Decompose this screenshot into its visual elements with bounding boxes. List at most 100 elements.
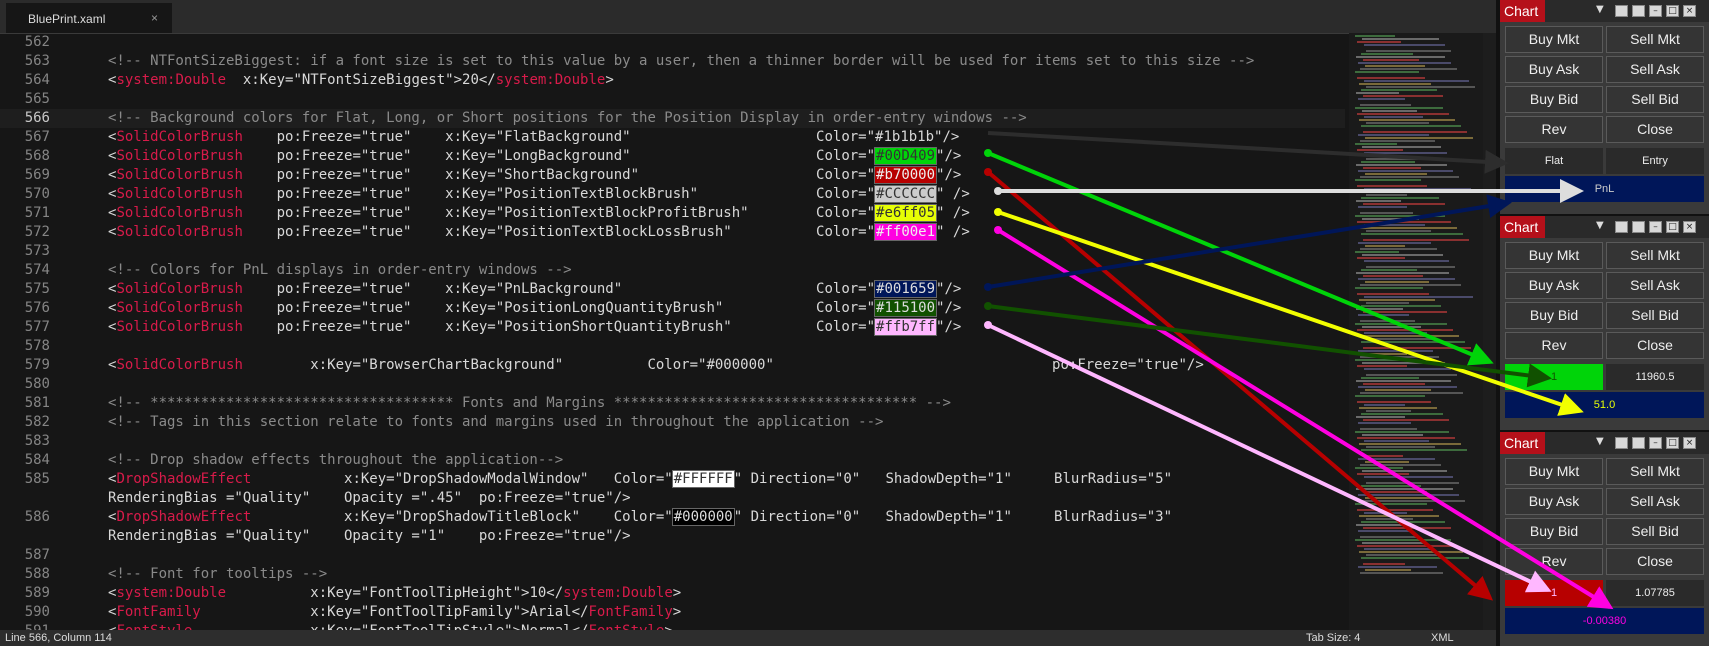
- code-line[interactable]: 575 <SolidColorBrush po:Freeze="true" x:K…: [0, 280, 1345, 299]
- minimize-icon[interactable]: –: [1649, 221, 1662, 233]
- line-number: 575: [24, 281, 50, 297]
- minimap-row: [1363, 455, 1403, 457]
- status-bar: Line 566, Column 114 Tab Size: 4 XML: [0, 630, 1496, 646]
- code-line[interactable]: 571 <SolidColorBrush po:Freeze="true" x:K…: [0, 204, 1345, 223]
- minimap-row: [1358, 98, 1405, 100]
- code-line[interactable]: 572 <SolidColorBrush po:Freeze="true" x:K…: [0, 223, 1345, 242]
- close-button[interactable]: Close: [1606, 116, 1704, 143]
- code-line[interactable]: 568 <SolidColorBrush po:Freeze="true" x:K…: [0, 147, 1345, 166]
- maximize-icon[interactable]: □: [1666, 221, 1679, 233]
- buy-ask-button[interactable]: Buy Ask: [1505, 272, 1603, 299]
- code-line[interactable]: 562: [0, 33, 1345, 52]
- panel-titlebar[interactable]: Chart ▼ – □ ×: [1500, 432, 1709, 454]
- minimap-row: [1358, 62, 1451, 64]
- tab-blueprint-xaml[interactable]: BluePrint.xaml ×: [6, 3, 172, 33]
- close-icon[interactable]: ×: [151, 11, 158, 25]
- minimap-row: [1366, 158, 1453, 160]
- code-line[interactable]: 570 <SolidColorBrush po:Freeze="true" x:K…: [0, 185, 1345, 204]
- code-line[interactable]: 590 <FontFamily x:Key="FontToolTipFamily"…: [0, 603, 1345, 622]
- minimap-row: [1360, 248, 1437, 250]
- code-line[interactable]: 578: [0, 337, 1345, 356]
- buy-mkt-button[interactable]: Buy Mkt: [1505, 242, 1603, 269]
- sell-bid-button[interactable]: Sell Bid: [1606, 518, 1704, 545]
- code-line[interactable]: 569 <SolidColorBrush po:Freeze="true" x:K…: [0, 166, 1345, 185]
- minimize-icon[interactable]: –: [1649, 5, 1662, 17]
- minimap-row: [1360, 500, 1465, 502]
- pin2-icon[interactable]: [1632, 221, 1645, 233]
- code-line[interactable]: 584 <!-- Drop shadow effects throughout t…: [0, 451, 1345, 470]
- code-line[interactable]: 580: [0, 375, 1345, 394]
- line-number: 569: [24, 167, 50, 183]
- close-button[interactable]: Close: [1606, 548, 1704, 575]
- line-number: 566: [24, 110, 50, 126]
- buy-bid-button[interactable]: Buy Bid: [1505, 86, 1603, 113]
- code-line[interactable]: RenderingBias ="Quality" Opacity ="1" po…: [0, 527, 1345, 546]
- pin2-icon[interactable]: [1632, 5, 1645, 17]
- code-line[interactable]: 581 <!-- ********************************…: [0, 394, 1345, 413]
- maximize-icon[interactable]: □: [1666, 437, 1679, 449]
- close-window-icon[interactable]: ×: [1683, 437, 1696, 449]
- code-line[interactable]: 574 <!-- Colors for PnL displays in order…: [0, 261, 1345, 280]
- code-line[interactable]: 591 <FontStyle x:Key="FontToolTipStyle">N…: [0, 622, 1345, 630]
- pin-icon[interactable]: [1615, 437, 1628, 449]
- sell-ask-button[interactable]: Sell Ask: [1606, 56, 1704, 83]
- pin2-icon[interactable]: [1632, 437, 1645, 449]
- code-line[interactable]: 586 <DropShadowEffect x:Key="DropShadowTi…: [0, 508, 1345, 527]
- minimap[interactable]: [1349, 33, 1483, 630]
- code-line[interactable]: 567 <SolidColorBrush po:Freeze="true" x:K…: [0, 128, 1345, 147]
- code-line[interactable]: RenderingBias ="Quality" Opacity =".45" …: [0, 489, 1345, 508]
- minimize-icon[interactable]: –: [1649, 437, 1662, 449]
- panel-titlebar[interactable]: Chart ▼ – □ ×: [1500, 216, 1709, 238]
- buy-bid-button[interactable]: Buy Bid: [1505, 302, 1603, 329]
- code-line[interactable]: 579 <SolidColorBrush x:Key="BrowserChartB…: [0, 356, 1345, 375]
- minimap-row: [1365, 497, 1433, 499]
- syntax-mode[interactable]: XML: [1431, 632, 1454, 644]
- maximize-icon[interactable]: □: [1666, 5, 1679, 17]
- code-line[interactable]: 563 <!-- NTFontSizeBiggest: if a font siz…: [0, 52, 1345, 71]
- code-line[interactable]: 587: [0, 546, 1345, 565]
- sell-mkt-button[interactable]: Sell Mkt: [1606, 26, 1704, 53]
- vertical-scrollbar[interactable]: [1483, 33, 1496, 630]
- code-line[interactable]: 565: [0, 90, 1345, 109]
- buy-mkt-button[interactable]: Buy Mkt: [1505, 458, 1603, 485]
- sell-mkt-button[interactable]: Sell Mkt: [1606, 458, 1704, 485]
- sell-bid-button[interactable]: Sell Bid: [1606, 86, 1704, 113]
- line-number: 563: [24, 53, 50, 69]
- minimap-row: [1355, 251, 1399, 253]
- rev-button[interactable]: Rev: [1505, 116, 1603, 143]
- tab-size[interactable]: Tab Size: 4: [1306, 632, 1360, 644]
- pin-icon[interactable]: [1615, 5, 1628, 17]
- buy-bid-button[interactable]: Buy Bid: [1505, 518, 1603, 545]
- code-line[interactable]: 588 <!-- Font for tooltips -->: [0, 565, 1345, 584]
- code-line[interactable]: 582 <!-- Tags in this section relate to f…: [0, 413, 1345, 432]
- buy-ask-button[interactable]: Buy Ask: [1505, 488, 1603, 515]
- pin-icon[interactable]: [1615, 221, 1628, 233]
- sell-bid-button[interactable]: Sell Bid: [1606, 302, 1704, 329]
- code-line[interactable]: 566 <!-- Background colors for Flat, Long…: [0, 109, 1345, 128]
- panel-titlebar[interactable]: Chart ▼ – □ ×: [1500, 0, 1709, 22]
- code-line[interactable]: 564 <system:Double x:Key="NTFontSizeBigge…: [0, 71, 1345, 90]
- line-number: 571: [24, 205, 50, 221]
- minimap-row: [1359, 515, 1439, 517]
- dropdown-icon[interactable]: ▼: [1596, 436, 1604, 447]
- minimap-row: [1366, 230, 1431, 232]
- sell-ask-button[interactable]: Sell Ask: [1606, 272, 1704, 299]
- code-area[interactable]: 562 563 <!-- NTFontSizeBiggest: if a font …: [0, 33, 1345, 630]
- code-line[interactable]: 583: [0, 432, 1345, 451]
- rev-button[interactable]: Rev: [1505, 548, 1603, 575]
- code-line[interactable]: 585 <DropShadowEffect x:Key="DropShadowMo…: [0, 470, 1345, 489]
- code-line[interactable]: 577 <SolidColorBrush po:Freeze="true" x:K…: [0, 318, 1345, 337]
- dropdown-icon[interactable]: ▼: [1596, 220, 1604, 231]
- buy-ask-button[interactable]: Buy Ask: [1505, 56, 1603, 83]
- buy-mkt-button[interactable]: Buy Mkt: [1505, 26, 1603, 53]
- close-button[interactable]: Close: [1606, 332, 1704, 359]
- close-window-icon[interactable]: ×: [1683, 5, 1696, 17]
- code-line[interactable]: 573: [0, 242, 1345, 261]
- close-window-icon[interactable]: ×: [1683, 221, 1696, 233]
- dropdown-icon[interactable]: ▼: [1596, 4, 1604, 15]
- rev-button[interactable]: Rev: [1505, 332, 1603, 359]
- code-line[interactable]: 589 <system:Double x:Key="FontToolTipHeig…: [0, 584, 1345, 603]
- sell-mkt-button[interactable]: Sell Mkt: [1606, 242, 1704, 269]
- sell-ask-button[interactable]: Sell Ask: [1606, 488, 1704, 515]
- code-line[interactable]: 576 <SolidColorBrush po:Freeze="true" x:K…: [0, 299, 1345, 318]
